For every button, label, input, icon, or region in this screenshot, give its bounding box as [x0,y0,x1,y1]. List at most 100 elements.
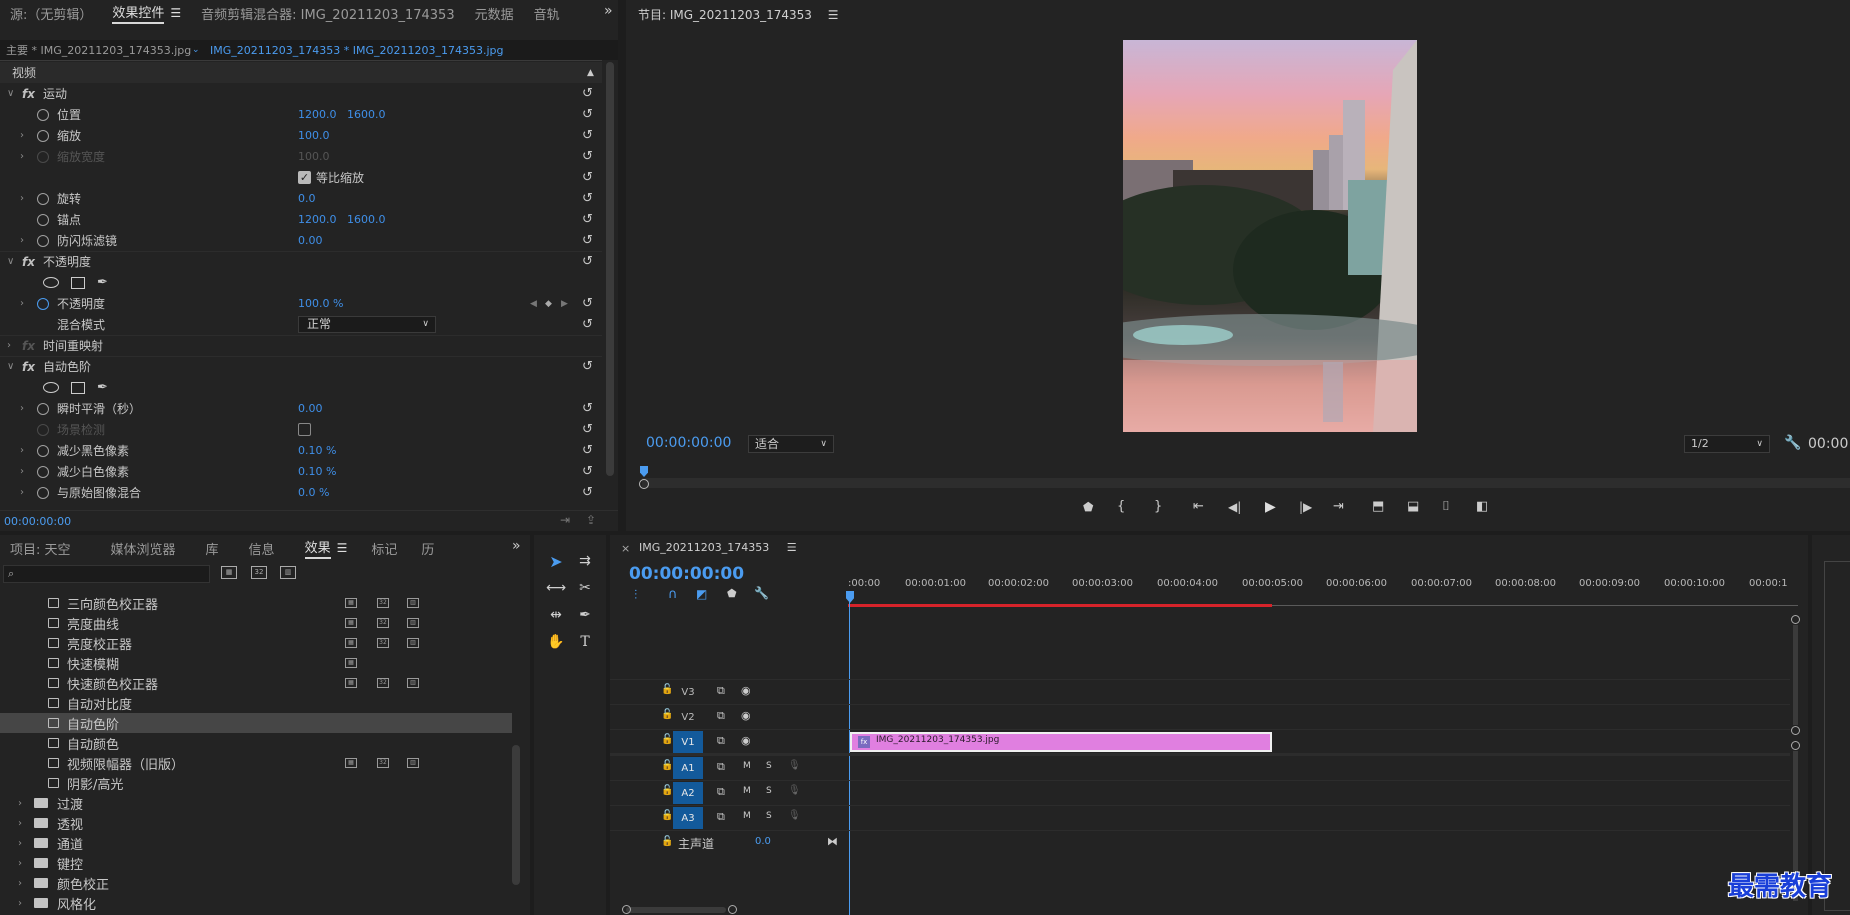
track-target-v1[interactable]: V1 [673,731,703,753]
comparison-view-button[interactable]: ◧ [1476,499,1488,514]
program-timecode[interactable]: 00:00:00:00 [646,435,731,451]
ec-scrollbar[interactable] [606,62,614,476]
stopwatch-icon[interactable] [37,402,49,415]
go-to-out-button[interactable]: ⇥ [1333,499,1344,514]
timeline-timecode[interactable]: 00:00:00:00 [629,564,744,584]
scale-value[interactable]: 100.0 [298,129,330,142]
fx-toggle-icon[interactable]: fx [22,360,35,374]
effect-motion[interactable]: ∨ fx 运动 ↺ [0,83,602,104]
position-x-value[interactable]: 1200.0 [298,108,337,121]
scene-detect-checkbox[interactable] [298,423,311,436]
folder-item[interactable]: › 通道 [0,833,512,853]
lift-button[interactable]: ⬒ [1372,499,1384,514]
tab-audio-clip-mixer[interactable]: 音频剪辑混合器: IMG_20211203_174353 [191,0,464,26]
ellipse-mask-icon[interactable] [43,382,59,393]
zoom-handle-left[interactable] [622,905,631,914]
expand-chevron-icon[interactable]: › [20,130,24,141]
pen-mask-icon[interactable]: ✒ [97,275,108,290]
timeline-zoom-bar[interactable] [626,907,726,913]
dropdown-icon[interactable]: ⌄ [192,45,200,55]
lock-icon[interactable]: 🔓 [661,684,673,695]
sequence-tab[interactable]: IMG_20211203_174353 ☰ [639,541,797,554]
add-marker-icon[interactable]: ◩ [696,587,707,601]
list-item[interactable]: 阴影/高光 [0,773,512,793]
black-clip-value[interactable]: 0.10 % [298,444,336,457]
rotation-value[interactable]: 0.0 [298,192,316,205]
tab-source[interactable]: 源:（无剪辑） [0,0,102,26]
list-item[interactable]: 亮度曲线 ▦ 32 ▥ [0,613,512,633]
zoom-handle[interactable] [639,479,649,489]
program-monitor-tab[interactable]: 节目: IMG_20211203_174353 ☰ [638,6,839,23]
lock-icon[interactable]: 🔓 [661,836,673,847]
audio-scroll-handle-top[interactable] [1791,741,1800,750]
overflow-tabs-icon[interactable]: » [512,538,521,554]
tab-project[interactable]: 项目: 天空 [0,535,81,561]
expand-chevron-icon[interactable]: › [18,818,22,829]
playhead-marker[interactable] [640,466,648,477]
expand-chevron-icon[interactable]: › [18,858,22,869]
solo-button[interactable]: S [766,811,772,821]
solo-button[interactable]: S [766,761,772,771]
blend-mode-select[interactable]: 正常 ∨ [298,316,436,333]
stopwatch-icon[interactable] [37,192,49,205]
stopwatch-icon[interactable] [37,108,49,121]
rectangle-mask-icon[interactable] [71,276,85,289]
reset-icon[interactable]: ↺ [582,401,593,416]
snap-icon[interactable]: ⫶ [634,588,637,603]
list-item[interactable]: 视频限幅器（旧版） ▦ 32 ▥ [0,753,512,773]
tab-media-browser[interactable]: 媒体浏览器 [81,535,186,561]
sync-lock-icon[interactable]: ⧉ [717,810,725,824]
folder-item[interactable]: › 风格化 [0,893,512,913]
expand-chevron-icon[interactable]: › [18,898,22,909]
folder-item[interactable]: › 键控 [0,853,512,873]
expand-chevron-icon[interactable]: ∨ [7,256,14,267]
lock-icon[interactable]: 🔓 [661,709,673,720]
stopwatch-icon[interactable] [37,486,49,499]
expand-chevron-icon[interactable]: ∨ [7,361,14,372]
tab-markers[interactable]: 标记 [357,535,407,561]
next-keyframe-icon[interactable]: ▶ [561,299,568,309]
reset-icon[interactable]: ↺ [582,443,593,458]
tab-effect-controls[interactable]: 效果控件 ☰ [102,0,191,26]
sync-lock-icon[interactable]: ⧉ [717,760,725,774]
mark-out-button[interactable]: } [1154,499,1162,514]
reset-icon[interactable]: ↺ [582,212,593,227]
mute-button[interactable]: M [743,761,751,771]
reset-icon[interactable]: ↺ [582,107,593,122]
uniform-scale-checkbox[interactable]: ✓ [298,171,311,184]
stopwatch-icon[interactable] [37,465,49,478]
extract-button[interactable]: ⬓ [1407,499,1419,514]
panel-menu-icon[interactable]: ☰ [828,8,839,22]
ec-timecode[interactable]: 00:00:00:00 [4,515,71,528]
pen-tool-icon[interactable]: ✒ [572,603,598,627]
reset-icon[interactable]: ↺ [582,485,593,500]
eye-icon[interactable]: ◉ [741,684,751,697]
reset-icon[interactable]: ↺ [582,191,593,206]
voiceover-mic-icon[interactable]: 🎙 [788,785,801,796]
effect-auto-levels[interactable]: ∨ fx 自动色阶 ↺ [0,356,602,377]
resolution-select[interactable]: 1/2 ∨ [1684,435,1770,453]
list-item[interactable]: 快速颜色校正器 ▦ 32 ▥ [0,673,512,693]
master-volume-value[interactable]: 0.0 [755,836,771,847]
reset-icon[interactable]: ↺ [582,149,593,164]
tab-history[interactable]: 历 [407,535,444,561]
track-select-tool-icon[interactable]: ⇉ [572,549,598,573]
mute-button[interactable]: M [743,786,751,796]
panel-menu-icon[interactable]: ☰ [170,6,181,20]
zoom-handle-right[interactable] [728,905,737,914]
lock-icon[interactable]: 🔓 [661,760,673,771]
accelerated-effects-filter-icon[interactable]: ▦ [221,566,237,579]
fx-toggle-icon[interactable]: fx [22,255,35,269]
panel-menu-icon[interactable]: ☰ [787,541,797,554]
lock-icon[interactable]: 🔓 [661,734,673,745]
expand-chevron-icon[interactable]: › [18,798,22,809]
reset-icon[interactable]: ↺ [582,86,593,101]
reset-icon[interactable]: ↺ [582,128,593,143]
expand-chevron-icon[interactable]: ∨ [7,88,14,99]
mark-in-button[interactable]: { [1117,499,1125,514]
play-button[interactable]: ▶ [1265,499,1276,515]
expand-chevron-icon[interactable]: › [20,193,24,204]
folder-item[interactable]: › 过渡 [0,793,512,813]
anti-flicker-value[interactable]: 0.00 [298,234,323,247]
razor-tool-icon[interactable]: ✂ [572,576,598,600]
